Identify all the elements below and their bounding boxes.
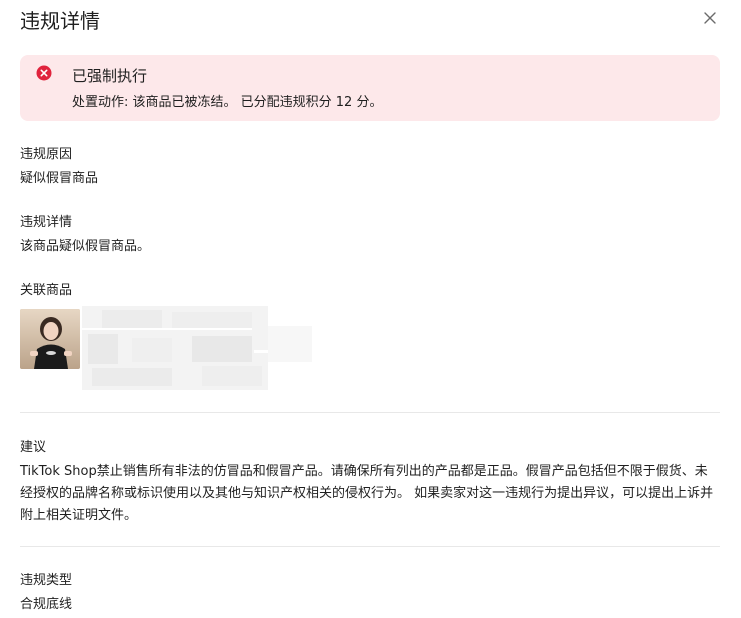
divider [20, 546, 720, 547]
advice-label: 建议 [20, 440, 47, 455]
alert-title: 已强制执行 [72, 67, 148, 85]
enforcement-alert: 已强制执行 处置动作: 该商品已被冻结。 已分配违规积分 12 分。 [20, 55, 720, 121]
dialog-title: 违规详情 [20, 9, 100, 33]
divider [20, 412, 720, 413]
alert-message: 处置动作: 该商品已被冻结。 已分配违规积分 12 分。 [72, 95, 383, 110]
advice-text: TikTok Shop禁止销售所有非法的仿冒品和假冒产品。请确保所有列出的产品都… [20, 464, 714, 523]
violation-reason-value: 疑似假冒商品 [20, 171, 99, 186]
violation-reason-label: 违规原因 [20, 147, 73, 162]
product-thumbnail[interactable] [20, 309, 80, 369]
product-info-blurred [82, 306, 312, 390]
violation-type-value: 合规底线 [20, 597, 73, 612]
violation-details-value: 该商品疑似假冒商品。 [20, 239, 151, 254]
violation-details-dialog: 违规详情 已强制执行 处置动作: 该商品已被冻结。 已分配违规积分 12 分。 … [0, 0, 741, 618]
violation-details-label: 违规详情 [20, 215, 73, 230]
violation-type-label: 违规类型 [20, 573, 73, 588]
close-icon[interactable] [700, 8, 720, 28]
error-circle-icon [36, 65, 52, 81]
related-product-label: 关联商品 [20, 283, 73, 298]
